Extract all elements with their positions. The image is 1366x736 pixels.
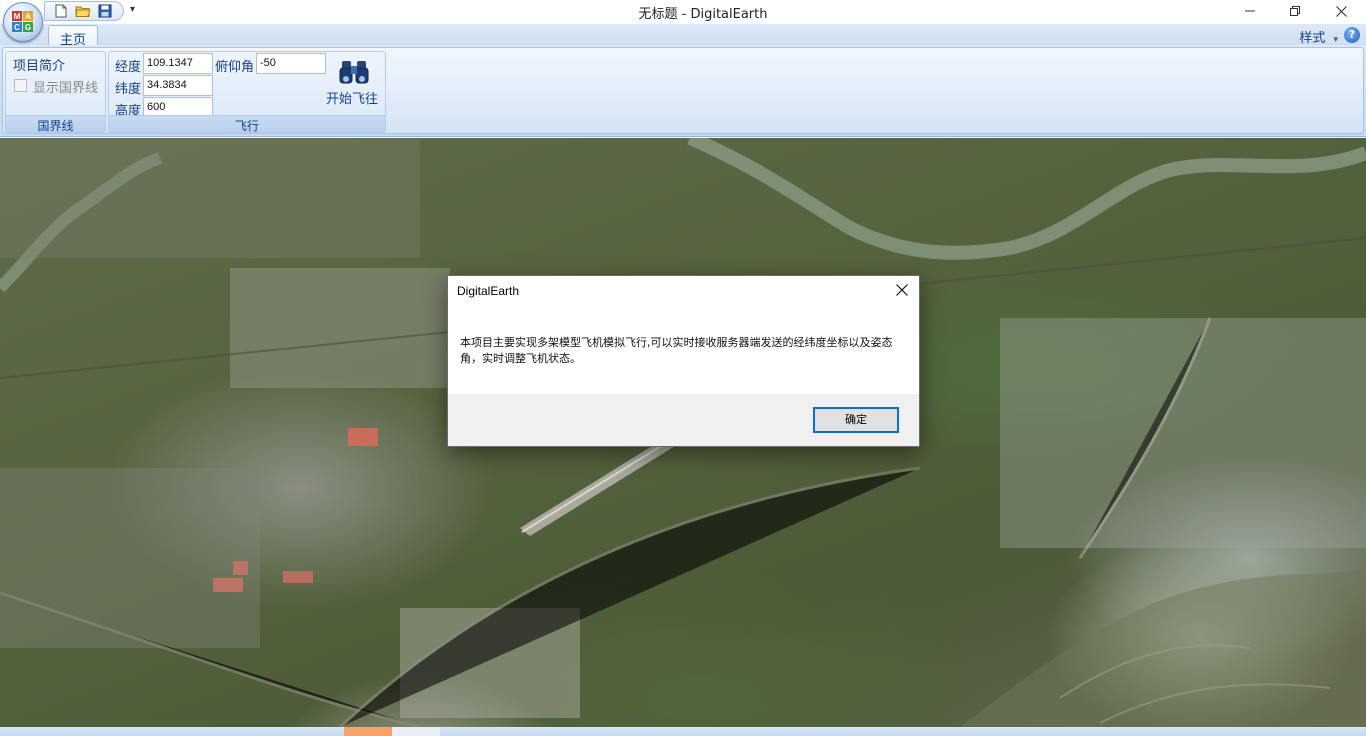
chevron-down-icon: ▾ <box>1333 35 1338 45</box>
title-bar: ▾ 无标题 - DigitalEarth <box>0 0 1366 24</box>
latitude-input[interactable]: 34.3834 <box>143 75 213 96</box>
style-menu-label: 样式 <box>1299 31 1326 46</box>
fly-group: 经度 109.1347 纬度 34.3834 高度 600 俯仰角 -50 开始… <box>108 51 386 133</box>
close-icon <box>1335 5 1347 17</box>
message-dialog: DigitalEarth 本项目主要实现多架模型飞机模拟飞行,可以实时接收服务器… <box>447 275 920 447</box>
restore-icon <box>1290 6 1300 16</box>
status-progress-segment <box>344 727 392 736</box>
border-group-label: 国界线 <box>6 115 105 133</box>
longitude-label: 经度 <box>115 60 142 75</box>
binoculars-icon <box>339 61 369 84</box>
dialog-footer: 确定 <box>448 394 919 446</box>
tab-home[interactable]: 主页 <box>48 25 98 48</box>
window-close-button[interactable] <box>1318 0 1364 22</box>
status-bar <box>0 727 1366 736</box>
latitude-label: 纬度 <box>115 82 142 97</box>
longitude-input[interactable]: 109.1347 <box>143 53 213 74</box>
start-fly-button[interactable]: 开始飞往 <box>325 54 383 112</box>
app-logo-icon: M A C G <box>12 11 33 32</box>
pitch-input[interactable]: -50 <box>256 53 326 74</box>
window-title: 无标题 - DigitalEarth <box>638 7 768 22</box>
show-border-checkbox[interactable] <box>14 79 27 92</box>
border-group: 项目简介 显示国界线 国界线 <box>5 51 106 133</box>
minimize-icon <box>1245 10 1255 12</box>
show-border-label: 显示国界线 <box>33 81 99 96</box>
status-segment <box>392 727 440 736</box>
ok-button[interactable]: 确定 <box>813 407 899 433</box>
pitch-label: 俯仰角 <box>215 60 255 75</box>
close-icon <box>896 284 908 296</box>
restore-button[interactable] <box>1272 0 1318 22</box>
dialog-message: 本项目主要实现多架模型飞机模拟飞行,可以实时接收服务器端发送的经纬度坐标以及姿态… <box>460 336 893 365</box>
ribbon-tab-strip: 主页 样式 ▾ ? <box>0 24 1366 48</box>
help-icon[interactable]: ? <box>1344 27 1360 43</box>
fly-group-label: 飞行 <box>109 115 385 133</box>
project-intro-button[interactable]: 项目简介 <box>13 55 65 74</box>
start-fly-label: 开始飞往 <box>325 92 378 107</box>
style-menu[interactable]: 样式 ▾ <box>1299 27 1338 46</box>
dialog-close-button[interactable] <box>891 281 913 301</box>
dialog-title: DigitalEarth <box>457 284 520 298</box>
ribbon: 项目简介 显示国界线 国界线 经度 109.1347 纬度 34.3834 高度… <box>0 45 1366 137</box>
application-menu-button[interactable]: M A C G <box>3 2 43 42</box>
ribbon-panel: 项目简介 显示国界线 国界线 经度 109.1347 纬度 34.3834 高度… <box>2 47 1364 134</box>
minimize-button[interactable] <box>1227 0 1273 22</box>
